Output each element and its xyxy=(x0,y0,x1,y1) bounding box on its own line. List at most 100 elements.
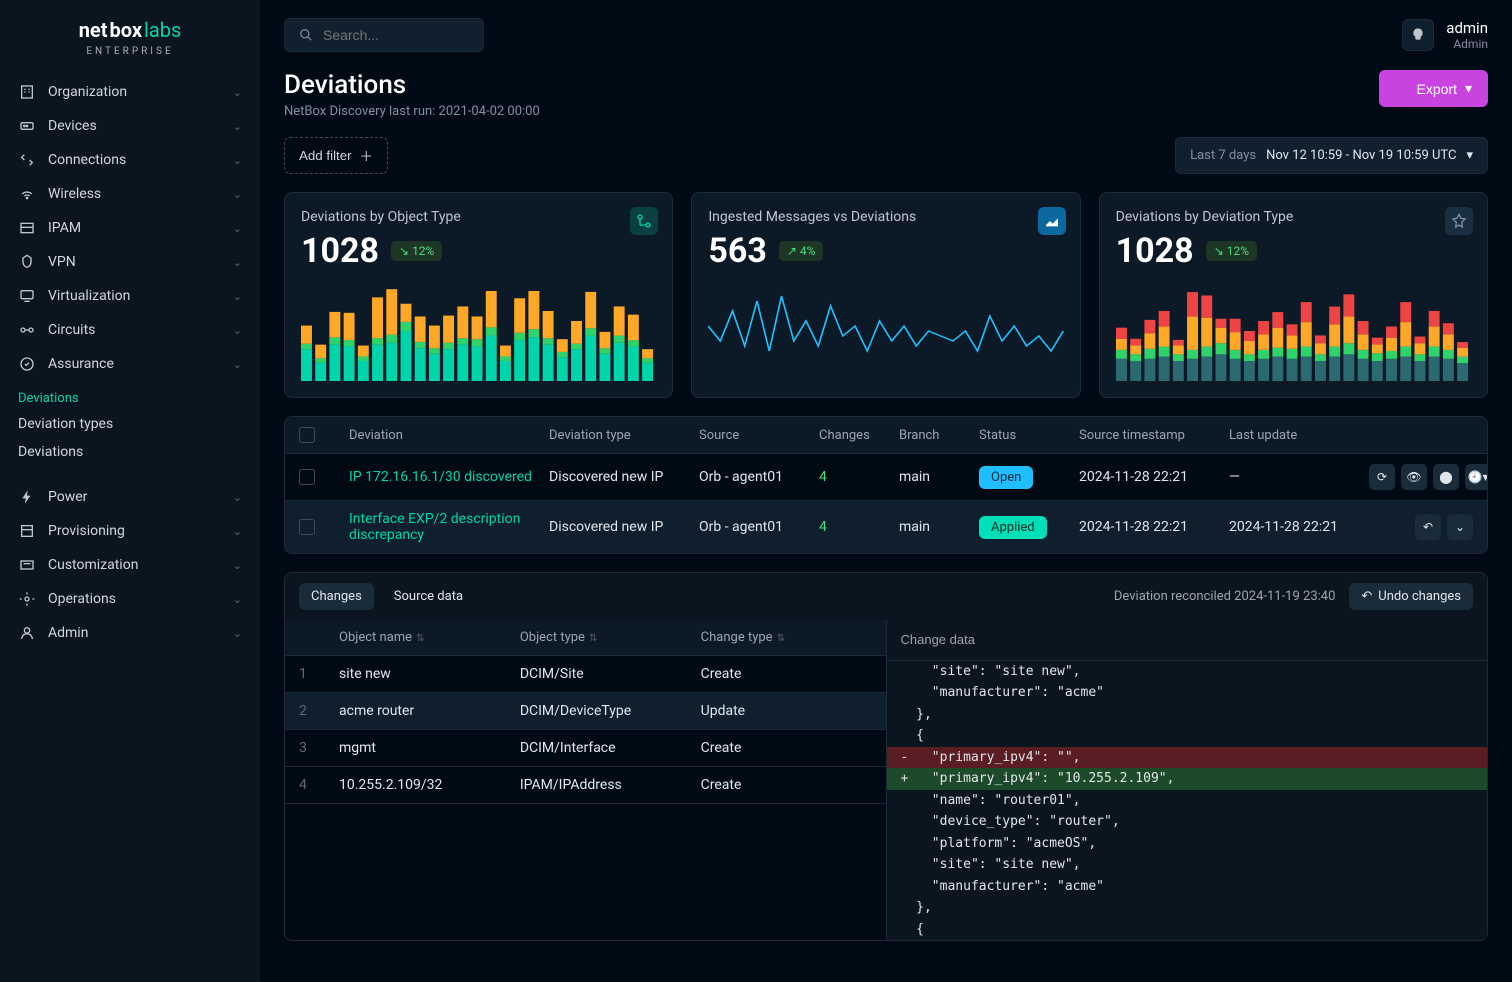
mini-chart xyxy=(708,281,1063,381)
delta-chip: ↘ 12% xyxy=(1206,241,1257,261)
sidebar-item-ipam[interactable]: IPAM⌄ xyxy=(0,211,260,245)
chevron-down-icon: ⌄ xyxy=(233,188,242,201)
card-title: Ingested Messages vs Deviations xyxy=(708,209,1063,225)
select-all-checkbox[interactable] xyxy=(299,427,315,443)
sidebar-item-circuits[interactable]: Circuits⌄ xyxy=(0,313,260,347)
chevron-down-icon: ⌄ xyxy=(233,525,242,538)
chevron-down-icon: ⌄ xyxy=(233,559,242,572)
chevron-down-icon: ⌄ xyxy=(233,256,242,269)
table-header: Deviation Deviation type Source Changes … xyxy=(285,417,1487,453)
table-row[interactable]: IP 172.16.16.1/30 discovered Discovered … xyxy=(285,453,1487,500)
chevron-down-icon: ⌄ xyxy=(233,627,242,640)
search-input[interactable] xyxy=(323,27,469,43)
diff-line: { xyxy=(887,725,1488,747)
row-checkbox[interactable] xyxy=(299,519,315,535)
chevron-down-icon: ⌄ xyxy=(233,593,242,606)
circ-icon xyxy=(18,321,36,339)
virt-icon xyxy=(18,287,36,305)
delta-chip: ↗ 4% xyxy=(779,241,824,261)
export-button[interactable]: Export ▾ xyxy=(1379,70,1489,107)
diff-line: "name": "router01", xyxy=(887,790,1488,812)
chevron-down-icon: ▾ xyxy=(1466,148,1473,163)
deviation-link[interactable]: IP 172.16.16.1/30 discovered xyxy=(349,469,539,485)
delta-chip: ↘ 12% xyxy=(391,241,442,261)
power-icon xyxy=(18,488,36,506)
chevron-down-icon: ⌄ xyxy=(233,358,242,371)
search-icon xyxy=(299,28,313,42)
more-action[interactable]: ⌄ xyxy=(1447,514,1473,540)
card-icon xyxy=(1038,207,1066,235)
dev-icon xyxy=(18,117,36,135)
stat-card: Ingested Messages vs Deviations 563 ↗ 4% xyxy=(691,192,1080,398)
nav-sub-deviation-types[interactable]: Deviation types xyxy=(0,410,260,438)
ops-icon xyxy=(18,590,36,608)
ipam-icon xyxy=(18,219,36,237)
stat-card: Deviations by Deviation Type 1028 ↘ 12% xyxy=(1099,192,1488,398)
user-name: admin xyxy=(1446,19,1488,37)
history-action[interactable]: 🕘▾ xyxy=(1465,464,1488,490)
chevron-down-icon: ⌄ xyxy=(233,324,242,337)
table-row[interactable]: Interface EXP/2 description discrepancy … xyxy=(285,500,1487,553)
sidebar-item-vpn[interactable]: VPN⌄ xyxy=(0,245,260,279)
record-action[interactable]: ⬤ xyxy=(1433,464,1459,490)
sidebar-item-assurance[interactable]: Assurance⌄ xyxy=(0,347,260,381)
detail-panel: Changes Source data Deviation reconciled… xyxy=(284,572,1488,941)
sidebar-item-customization[interactable]: Customization⌄ xyxy=(0,548,260,582)
sidebar-item-devices[interactable]: Devices⌄ xyxy=(0,109,260,143)
user-info[interactable]: admin Admin xyxy=(1446,19,1488,51)
diff-line: + "primary_ipv4": "10.255.2.109", xyxy=(887,768,1488,790)
card-icon xyxy=(1445,207,1473,235)
mini-chart xyxy=(1116,281,1471,381)
mini-chart xyxy=(301,281,656,381)
page-title: Deviations xyxy=(284,70,540,100)
bulb-button[interactable] xyxy=(1402,19,1434,51)
user-role: Admin xyxy=(1453,37,1488,51)
status-badge: Open xyxy=(979,466,1033,489)
hide-action[interactable]: 👁 xyxy=(1401,464,1427,490)
nav-section-deviations: Deviations xyxy=(0,387,260,410)
tab-source-data[interactable]: Source data xyxy=(382,583,475,610)
object-row[interactable]: 3mgmtDCIM/InterfaceCreate xyxy=(285,730,886,767)
deviation-link[interactable]: Interface EXP/2 description discrepancy xyxy=(349,511,539,543)
logo: netboxlabs ENTERPRISE xyxy=(0,18,260,57)
tab-changes[interactable]: Changes xyxy=(299,583,374,610)
search-input-wrapper[interactable] xyxy=(284,18,484,52)
object-row[interactable]: 1site newDCIM/SiteCreate xyxy=(285,656,886,693)
card-value: 563 xyxy=(708,231,767,271)
sidebar-item-virtualization[interactable]: Virtualization⌄ xyxy=(0,279,260,313)
chevron-down-icon: ⌄ xyxy=(233,154,242,167)
conn-icon xyxy=(18,151,36,169)
diff-line: "device_type": "router", xyxy=(887,811,1488,833)
sidebar-item-organization[interactable]: Organization⌄ xyxy=(0,75,260,109)
object-row[interactable]: 2acme routerDCIM/DeviceTypeUpdate xyxy=(285,693,886,730)
sidebar-item-power[interactable]: Power⌄ xyxy=(0,480,260,514)
nav-sub-deviations[interactable]: Deviations xyxy=(0,438,260,466)
undo-changes-button[interactable]: ↶ Undo changes xyxy=(1349,583,1473,610)
chevron-down-icon: ▾ xyxy=(1465,80,1472,97)
sidebar-item-admin[interactable]: Admin⌄ xyxy=(0,616,260,650)
deviations-table: Deviation Deviation type Source Changes … xyxy=(284,416,1488,554)
diff-line: "platform": "acmeOS", xyxy=(887,833,1488,855)
card-value: 1028 xyxy=(301,231,379,271)
sidebar-item-connections[interactable]: Connections⌄ xyxy=(0,143,260,177)
stat-card: Deviations by Object Type 1028 ↘ 12% xyxy=(284,192,673,398)
plus-icon: ＋ xyxy=(360,146,373,165)
vpn-icon xyxy=(18,253,36,271)
object-row[interactable]: 410.255.2.109/32IPAM/IPAddressCreate xyxy=(285,767,886,804)
chevron-down-icon: ⌄ xyxy=(233,86,242,99)
sidebar-item-wireless[interactable]: Wireless⌄ xyxy=(0,177,260,211)
diff-line: }, xyxy=(887,897,1488,919)
org-icon xyxy=(18,83,36,101)
admin-icon xyxy=(18,624,36,642)
diff-panel: Change data "site": "site new", "manufac… xyxy=(887,620,1488,940)
revert-action[interactable]: ↶ xyxy=(1415,514,1441,540)
page-subtitle: NetBox Discovery last run: 2021-04-02 00… xyxy=(284,104,540,119)
row-checkbox[interactable] xyxy=(299,469,315,485)
sidebar-item-operations[interactable]: Operations⌄ xyxy=(0,582,260,616)
refresh-action[interactable]: ⟳ xyxy=(1369,464,1395,490)
sidebar-item-provisioning[interactable]: Provisioning⌄ xyxy=(0,514,260,548)
object-changes-table: Object name⇅ Object type⇅ Change type⇅ 1… xyxy=(285,620,887,940)
diff-line: }, xyxy=(887,704,1488,726)
date-range-picker[interactable]: Last 7 days Nov 12 10:59 - Nov 19 10:59 … xyxy=(1175,137,1488,174)
add-filter-button[interactable]: Add filter ＋ xyxy=(284,137,388,174)
